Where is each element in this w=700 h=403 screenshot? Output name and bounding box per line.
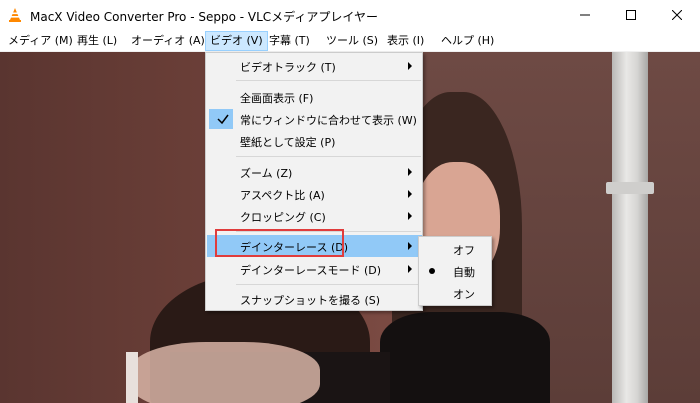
menu-video[interactable]: ビデオ (V)	[205, 31, 268, 51]
wallpaper-label: 壁紙として設定 (P)	[240, 136, 336, 149]
zoom-label: ズーム (Z)	[240, 167, 293, 180]
video-person-right-dress	[380, 312, 550, 403]
menu-tools[interactable]: ツール (S)	[322, 31, 382, 51]
cropping-item[interactable]: クロッピング (C)	[207, 205, 422, 227]
video-track-item[interactable]: ビデオトラック (T)	[207, 55, 422, 77]
maximize-icon	[626, 10, 636, 20]
submenu-arrow-icon	[408, 168, 412, 176]
menu-subtitle[interactable]: 字幕 (T)	[265, 31, 314, 51]
submenu-arrow-icon	[408, 242, 412, 250]
menu-audio[interactable]: オーディオ (A)	[127, 31, 209, 51]
cropping-label: クロッピング (C)	[240, 211, 326, 224]
maximize-button[interactable]	[608, 0, 654, 30]
video-person-left-arms	[130, 342, 320, 403]
fullscreen-label: 全画面表示 (F)	[240, 92, 314, 105]
menu-separator	[236, 284, 421, 285]
wallpaper-item[interactable]: 壁紙として設定 (P)	[207, 130, 422, 152]
minimize-icon	[580, 14, 590, 16]
deinterlace-auto-item[interactable]: 自動	[420, 260, 491, 282]
video-pipe-joint	[606, 182, 654, 194]
video-pipe	[612, 52, 648, 403]
vlc-cone-icon	[9, 8, 21, 22]
menu-bar: メディア (M) 再生 (L) オーディオ (A) ビデオ (V) 字幕 (T)…	[0, 30, 700, 52]
deinterlace-on-item[interactable]: オン	[420, 282, 491, 304]
video-chair	[126, 352, 138, 403]
minimize-button[interactable]	[562, 0, 608, 30]
close-icon	[672, 10, 682, 20]
snapshot-item[interactable]: スナップショットを撮る (S)	[207, 288, 422, 310]
title-bar: MacX Video Converter Pro - Seppo - VLCメデ…	[0, 0, 700, 30]
annotation-highlight-box	[215, 229, 344, 257]
checkmark-icon	[217, 114, 229, 125]
menu-media[interactable]: メディア (M)	[4, 31, 77, 51]
aspect-ratio-item[interactable]: アスペクト比 (A)	[207, 183, 422, 205]
deinterlace-on-label: オン	[453, 288, 475, 301]
menu-playback[interactable]: 再生 (L)	[73, 31, 121, 51]
video-menu-dropdown: ビデオトラック (T) 全画面表示 (F) 常にウィンドウに合わせて表示 (W)…	[205, 52, 423, 311]
deinterlace-submenu: オフ 自動 オン	[418, 236, 492, 306]
submenu-arrow-icon	[408, 265, 412, 273]
submenu-arrow-icon	[408, 212, 412, 220]
radio-selected-icon	[429, 268, 435, 274]
deinterlace-off-label: オフ	[453, 244, 475, 257]
deinterlace-off-item[interactable]: オフ	[420, 238, 491, 260]
menu-view[interactable]: 表示 (I)	[383, 31, 428, 51]
fit-window-label: 常にウィンドウに合わせて表示 (W)	[240, 114, 417, 127]
fit-window-item[interactable]: 常にウィンドウに合わせて表示 (W)	[207, 108, 422, 130]
close-button[interactable]	[654, 0, 700, 30]
submenu-arrow-icon	[408, 62, 412, 70]
deinterlace-mode-item[interactable]: デインターレースモード (D)	[207, 258, 422, 280]
fullscreen-item[interactable]: 全画面表示 (F)	[207, 86, 422, 108]
deinterlace-mode-label: デインターレースモード (D)	[240, 264, 381, 277]
menu-separator	[236, 156, 421, 157]
deinterlace-auto-label: 自動	[453, 266, 475, 279]
snapshot-label: スナップショットを撮る (S)	[240, 294, 381, 307]
video-track-label: ビデオトラック (T)	[240, 61, 336, 74]
submenu-arrow-icon	[408, 190, 412, 198]
menu-separator	[236, 80, 421, 81]
aspect-ratio-label: アスペクト比 (A)	[240, 189, 325, 202]
menu-help[interactable]: ヘルプ (H)	[437, 31, 498, 51]
window-title: MacX Video Converter Pro - Seppo - VLCメデ…	[30, 10, 378, 24]
zoom-item[interactable]: ズーム (Z)	[207, 161, 422, 183]
